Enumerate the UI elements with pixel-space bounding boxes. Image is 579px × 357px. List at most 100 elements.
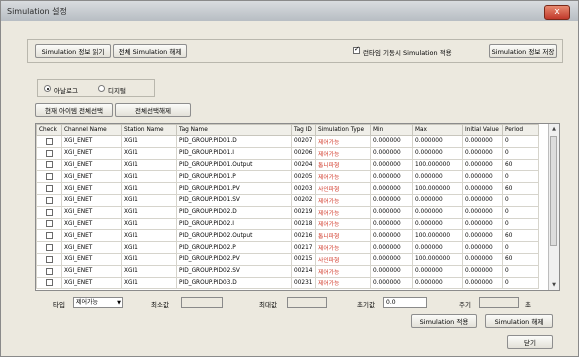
close-button[interactable]: 닫기 xyxy=(507,335,553,349)
row-check-cell xyxy=(36,241,62,254)
min-field[interactable] xyxy=(181,297,223,308)
row-checkbox[interactable] xyxy=(45,232,53,240)
station-cell: XGI1 xyxy=(121,205,177,219)
channel-cell: XGI_ENET xyxy=(61,252,122,266)
row-checkbox[interactable] xyxy=(45,267,53,275)
row-checkbox[interactable] xyxy=(45,208,53,216)
max-cell: 0.000000 xyxy=(412,135,463,148)
row-check-cell xyxy=(36,135,62,148)
min-cell: 0.000000 xyxy=(370,241,413,254)
deselect-all-button[interactable]: 전체선택해제 xyxy=(115,103,191,117)
max-cell: 0.000000 xyxy=(412,205,463,219)
sim-type-cell: 사인파형 xyxy=(315,182,371,195)
row-checkbox[interactable] xyxy=(45,279,53,287)
tag-name-cell: PID_GROUP.PID03.D xyxy=(176,276,292,290)
digital-radio[interactable] xyxy=(98,85,105,92)
load-simulation-button[interactable]: Simulation 정보 읽기 xyxy=(35,44,111,58)
table-row[interactable]: XGI_ENET XGI1 PID_GROUP.PID01.PV 00203 사인파형 0… xyxy=(36,182,539,195)
apply-simulation-button[interactable]: Simulation 적용 xyxy=(411,314,477,328)
column-header-initial[interactable]: Initial Value xyxy=(462,124,503,136)
min-cell: 0.000000 xyxy=(370,252,413,266)
table-row[interactable]: XGI_ENET XGI1 PID_GROUP.PID03.D 00231 제어가능 0.… xyxy=(36,276,539,290)
column-header-max[interactable]: Max xyxy=(412,124,463,136)
table-row[interactable]: XGI_ENET XGI1 PID_GROUP.PID02.PV 00215 사인파형 0… xyxy=(36,252,539,266)
window-title: Simulation 설정 xyxy=(7,7,67,16)
table-row[interactable]: XGI_ENET XGI1 PID_GROUP.PID01.Output 00204 톱… xyxy=(36,158,539,172)
scrollbar-thumb[interactable] xyxy=(550,136,557,246)
initial-value-cell: 0.000000 xyxy=(462,241,503,254)
table-row[interactable]: XGI_ENET XGI1 PID_GROUP.PID02.P 00217 제어가능 0.… xyxy=(36,241,539,254)
max-field[interactable] xyxy=(287,297,327,308)
tag-name-cell: PID_GROUP.PID01.PV xyxy=(176,182,292,195)
min-cell: 0.000000 xyxy=(370,135,413,148)
min-cell: 0.000000 xyxy=(370,264,413,278)
column-header-station[interactable]: Station Name xyxy=(121,124,177,136)
channel-cell: XGI_ENET xyxy=(61,193,122,207)
min-cell: 0.000000 xyxy=(370,158,413,172)
table-row[interactable]: XGI_ENET XGI1 PID_GROUP.PID02.D 00219 제어가능 0.… xyxy=(36,205,539,219)
row-checkbox[interactable] xyxy=(45,173,53,181)
row-checkbox[interactable] xyxy=(45,137,53,145)
table-row[interactable]: XGI_ENET XGI1 PID_GROUP.PID01.D 00207 제어가능 0.… xyxy=(36,135,539,148)
row-check-cell xyxy=(36,146,62,160)
column-header-tag[interactable]: Tag Name xyxy=(176,124,292,136)
chevron-down-icon[interactable]: ▼ xyxy=(117,298,121,308)
table-row[interactable]: XGI_ENET XGI1 PID_GROUP.PID02.SV 00214 제어가능 0… xyxy=(36,264,539,278)
tag-name-cell: PID_GROUP.PID02.D xyxy=(176,205,292,219)
column-header-channel[interactable]: Channel Name xyxy=(61,124,122,136)
column-header-tag-id[interactable]: Tag ID xyxy=(291,124,316,136)
table-row[interactable]: XGI_ENET XGI1 PID_GROUP.PID02.I 00218 제어가능 0.… xyxy=(36,217,539,231)
select-all-items-button[interactable]: 현재 아이템 전체선택 xyxy=(35,103,113,117)
initial-value-cell: 0.000000 xyxy=(462,146,503,160)
scroll-down-icon[interactable]: ▼ xyxy=(549,280,559,290)
type-label: 타입 xyxy=(53,301,65,309)
initial-field[interactable]: 0.0 xyxy=(383,297,427,308)
period-label: 주기 xyxy=(459,301,471,309)
row-checkbox[interactable] xyxy=(45,149,53,157)
table-row[interactable]: XGI_ENET XGI1 PID_GROUP.PID01.I 00206 제어가능 0.… xyxy=(36,146,539,160)
min-cell: 0.000000 xyxy=(370,276,413,290)
runtime-apply-checkbox[interactable] xyxy=(353,45,360,54)
row-checkbox[interactable] xyxy=(45,255,53,263)
max-cell: 0.000000 xyxy=(412,276,463,290)
save-simulation-button[interactable]: Simulation 정보 저장 xyxy=(489,44,557,58)
title-bar[interactable]: Simulation 설정 x xyxy=(1,1,578,21)
max-cell: 0.000000 xyxy=(412,170,463,184)
row-checkbox[interactable] xyxy=(45,161,53,169)
row-check-cell xyxy=(36,264,62,278)
tag-id-cell: 00219 xyxy=(291,205,316,219)
column-header-sim-type[interactable]: Simulation Type xyxy=(315,124,371,136)
close-icon[interactable]: x xyxy=(544,5,570,20)
analog-radio[interactable] xyxy=(44,85,51,92)
scroll-up-icon[interactable]: ▲ xyxy=(549,124,559,134)
release-all-simulation-button[interactable]: 전체 Simulation 해제 xyxy=(113,44,187,58)
sim-type-cell: 톱니파형 xyxy=(315,229,371,243)
release-simulation-button[interactable]: Simulation 해제 xyxy=(485,314,553,328)
row-checkbox[interactable] xyxy=(45,244,53,252)
sim-type-cell: 제어가능 xyxy=(315,241,371,254)
column-header-min[interactable]: Min xyxy=(370,124,413,136)
sim-type-cell: 톱니파형 xyxy=(315,158,371,172)
table-row[interactable]: XGI_ENET XGI1 PID_GROUP.PID02.Output 00216 톱… xyxy=(36,229,539,243)
table-row[interactable]: XGI_ENET XGI1 PID_GROUP.PID01.SV 00202 제어가능 0… xyxy=(36,193,539,207)
tag-id-cell: 00204 xyxy=(291,158,316,172)
table-scrollbar[interactable]: ▲ ▼ xyxy=(548,124,559,290)
sim-type-cell: 사인파형 xyxy=(315,252,371,266)
channel-cell: XGI_ENET xyxy=(61,146,122,160)
tag-name-cell: PID_GROUP.PID01.Output xyxy=(176,158,292,172)
row-checkbox[interactable] xyxy=(45,185,53,193)
period-cell: 0 xyxy=(502,193,539,207)
row-check-cell xyxy=(36,229,62,243)
type-select[interactable]: 제어가능 ▼ xyxy=(73,297,123,308)
initial-value-cell: 0.000000 xyxy=(462,276,503,290)
station-cell: XGI1 xyxy=(121,146,177,160)
row-checkbox[interactable] xyxy=(45,220,53,228)
table-row[interactable]: XGI_ENET XGI1 PID_GROUP.PID01.P 00205 제어가능 0.… xyxy=(36,170,539,184)
column-header-period[interactable]: Period xyxy=(502,124,539,136)
period-cell: 0 xyxy=(502,135,539,148)
row-check-cell xyxy=(36,252,62,266)
period-field[interactable] xyxy=(479,297,519,308)
column-header-check[interactable]: Check xyxy=(36,124,62,136)
period-cell: 0 xyxy=(502,146,539,160)
row-checkbox[interactable] xyxy=(45,196,53,204)
